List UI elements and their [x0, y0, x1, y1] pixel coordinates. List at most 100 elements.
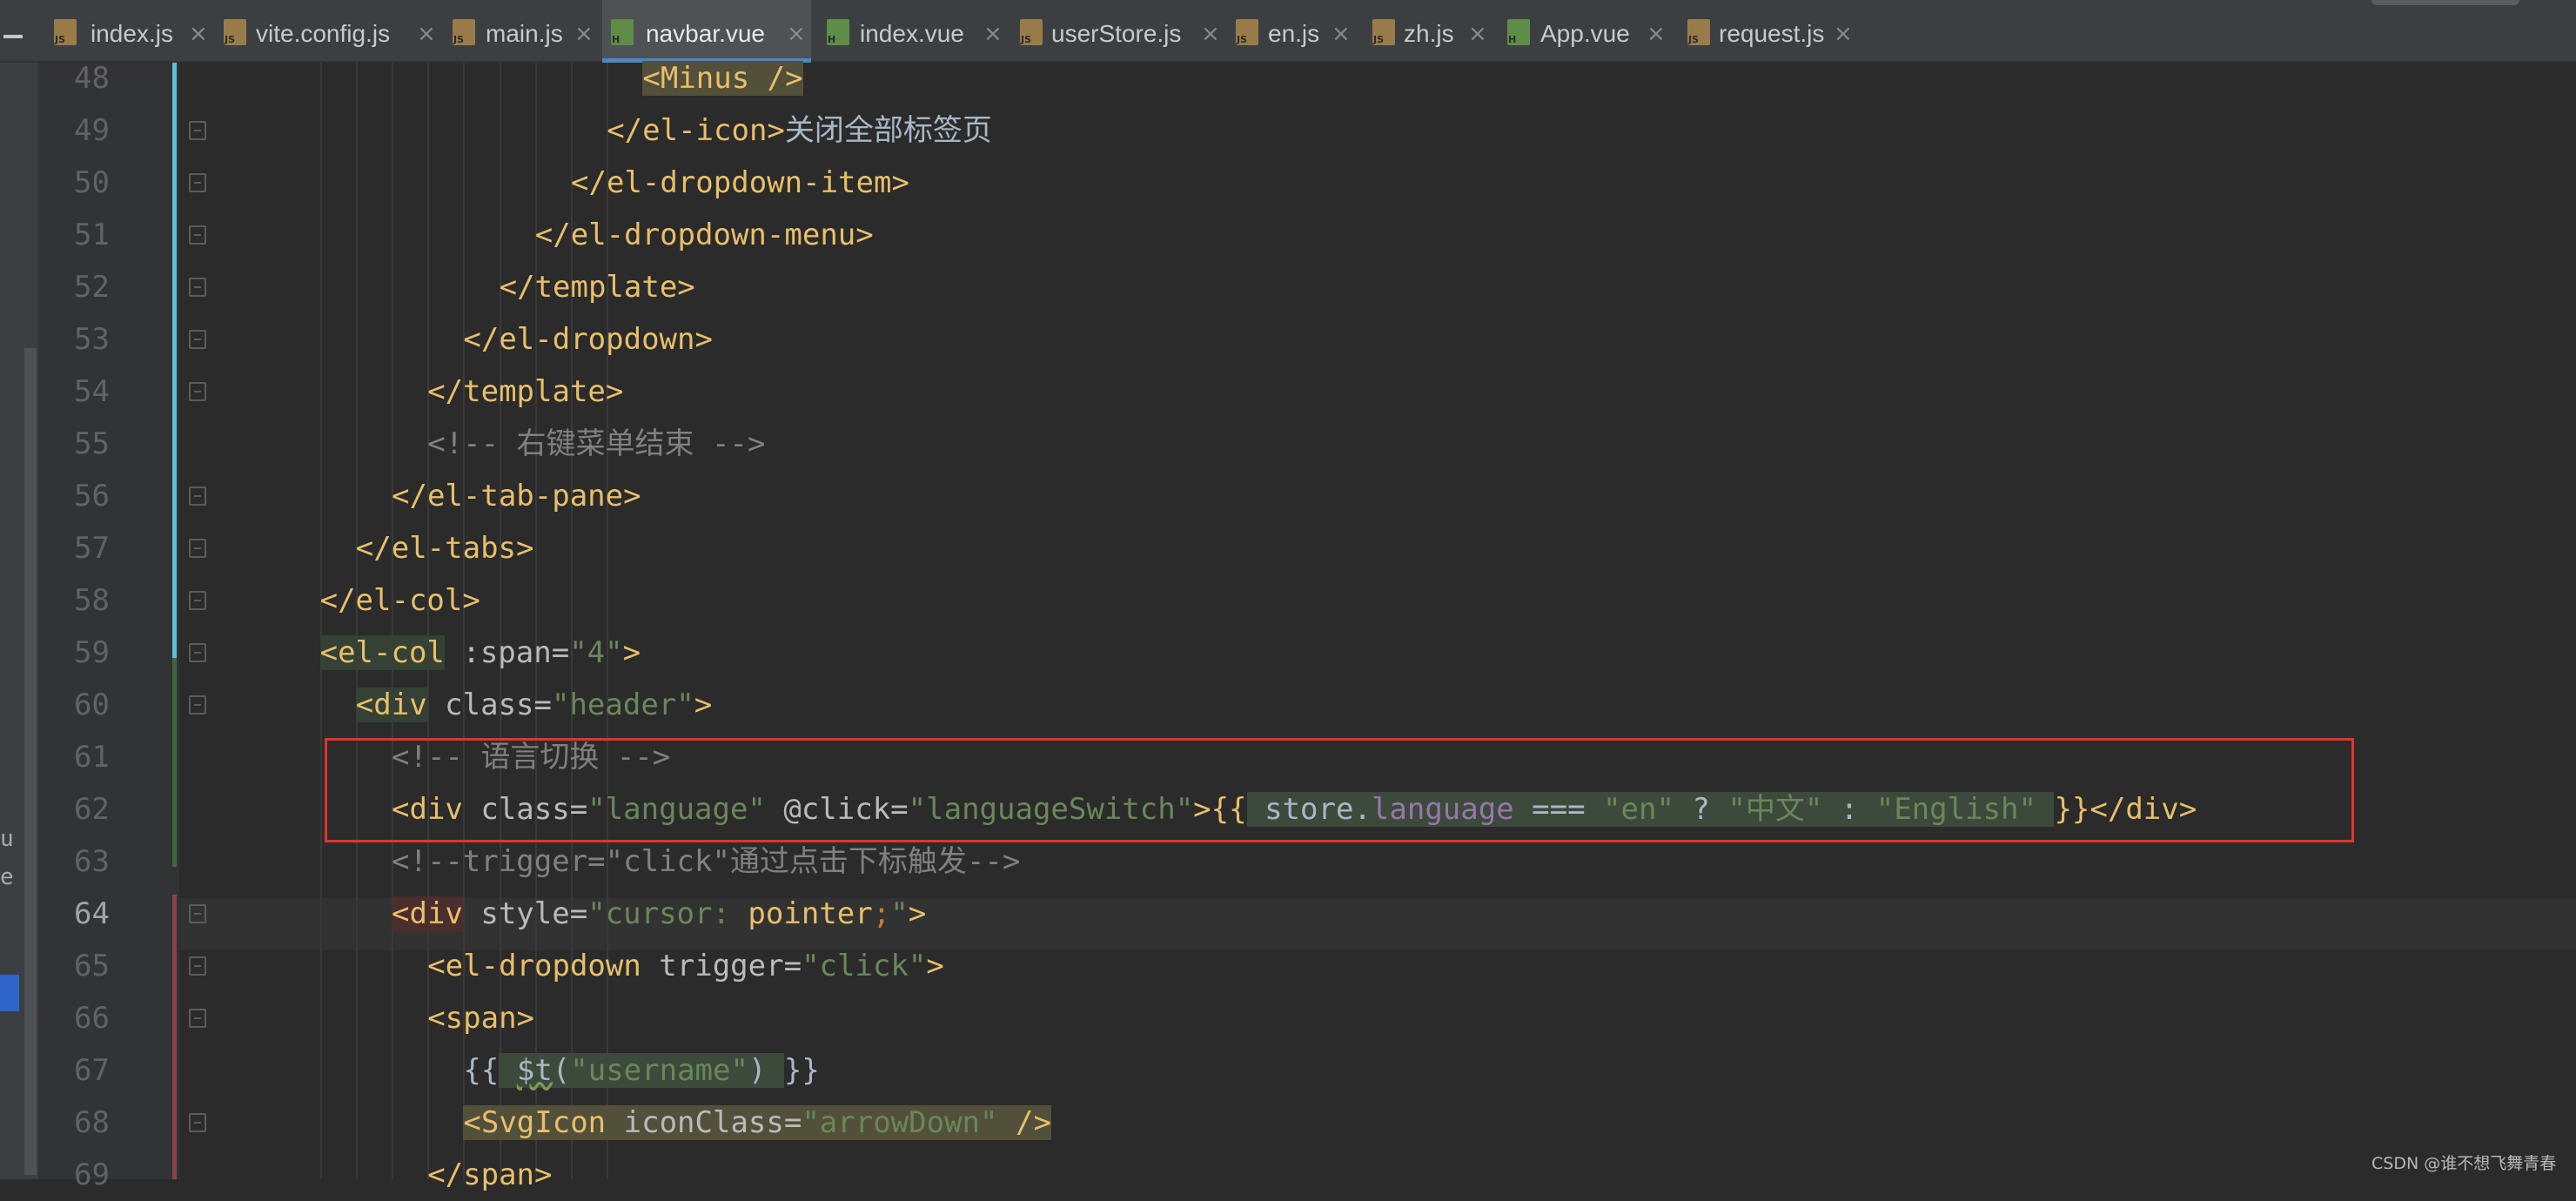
- code-token: </el-icon>: [607, 113, 785, 148]
- line-number[interactable]: 60: [40, 679, 110, 731]
- code-line[interactable]: <span>: [427, 992, 534, 1044]
- code-line[interactable]: <el-col :span="4">: [319, 627, 641, 679]
- vue-file-icon: H: [827, 19, 849, 45]
- code-line[interactable]: <!-- 右键菜单结束 -->: [427, 418, 765, 470]
- close-tab-icon[interactable]: ×: [787, 19, 806, 49]
- close-tab-icon[interactable]: ×: [1468, 19, 1487, 49]
- close-tab-icon[interactable]: ×: [1647, 19, 1666, 49]
- close-tab-icon[interactable]: ×: [1201, 19, 1220, 49]
- tab-main-js[interactable]: JS main.js ×: [444, 0, 600, 63]
- vcs-modified-marker[interactable]: [172, 63, 177, 658]
- line-number[interactable]: 68: [40, 1097, 110, 1149]
- panel-text-fragment: e: [0, 864, 14, 890]
- line-number[interactable]: 58: [40, 574, 110, 627]
- line-number[interactable]: 67: [40, 1044, 110, 1097]
- fold-marker-icon[interactable]: [189, 695, 206, 715]
- line-number[interactable]: 50: [40, 157, 110, 209]
- fold-marker-icon[interactable]: [189, 225, 206, 245]
- js-file-icon: JS: [1236, 19, 1258, 45]
- line-number[interactable]: 49: [40, 104, 110, 157]
- code-line[interactable]: </template>: [500, 261, 695, 313]
- fold-marker-icon[interactable]: [189, 591, 206, 610]
- code-line[interactable]: </el-icon>关闭全部标签页: [607, 104, 992, 157]
- line-number[interactable]: 65: [40, 940, 110, 992]
- fold-marker-icon[interactable]: [189, 278, 206, 297]
- fold-marker-icon[interactable]: [189, 330, 206, 349]
- vcs-changed-marker[interactable]: [172, 895, 177, 1179]
- line-number[interactable]: 51: [40, 209, 110, 261]
- tab-zh-js[interactable]: JS zh.js ×: [1364, 0, 1499, 63]
- line-number[interactable]: 66: [40, 992, 110, 1044]
- close-tab-icon[interactable]: ×: [983, 19, 1003, 49]
- line-number[interactable]: 64: [40, 888, 110, 940]
- fold-marker-icon[interactable]: [189, 121, 206, 140]
- fold-marker-icon[interactable]: [189, 1009, 206, 1028]
- toolbar-control[interactable]: [2371, 0, 2519, 5]
- tab-vite-config-js[interactable]: JS vite.config.js ×: [215, 0, 441, 63]
- code-token: 右键菜单结束: [516, 426, 694, 461]
- hide-panel-icon[interactable]: [3, 35, 23, 38]
- code-token: </template>: [499, 270, 695, 305]
- line-number[interactable]: 52: [40, 261, 110, 313]
- vue-file-icon: H: [611, 19, 634, 45]
- code-line[interactable]: </el-tabs>: [356, 522, 534, 574]
- annotation-highlight-box: [325, 738, 2354, 842]
- line-number[interactable]: 48: [40, 52, 110, 104]
- line-number[interactable]: 56: [40, 470, 110, 522]
- panel-scrollbar[interactable]: [24, 348, 37, 1175]
- code-line[interactable]: </el-dropdown-item>: [571, 157, 909, 209]
- line-number[interactable]: 57: [40, 522, 110, 574]
- tab-app-vue[interactable]: H App.vue ×: [1499, 0, 1677, 63]
- tab-label: index.js: [91, 20, 173, 47]
- code-line[interactable]: <Minus />: [642, 52, 803, 104]
- fold-marker-icon[interactable]: [189, 539, 206, 558]
- code-line[interactable]: {{ $t("username") }}: [463, 1044, 820, 1097]
- fold-marker-icon[interactable]: [189, 382, 206, 401]
- code-token: </el-dropdown-menu>: [534, 218, 874, 252]
- vcs-added-marker[interactable]: [172, 658, 177, 867]
- tab-label: userStore.js: [1051, 20, 1182, 47]
- code-line[interactable]: </el-tab-pane>: [392, 470, 641, 522]
- code-token: </el-col>: [319, 583, 480, 618]
- tab-request-js[interactable]: JS request.js ×: [1679, 0, 1866, 63]
- line-number[interactable]: 59: [40, 627, 110, 679]
- line-number[interactable]: 62: [40, 783, 110, 835]
- fold-marker-icon[interactable]: [189, 486, 206, 506]
- code-line[interactable]: <!--trigger="click"通过点击下标触发-->: [392, 835, 1020, 888]
- code-token: <div: [392, 896, 463, 931]
- code-line[interactable]: </el-dropdown>: [463, 313, 713, 366]
- tab-index-vue[interactable]: H index.vue ×: [818, 0, 1010, 63]
- close-tab-icon[interactable]: ×: [574, 19, 594, 49]
- close-tab-icon[interactable]: ×: [1834, 19, 1853, 49]
- fold-marker-icon[interactable]: [189, 904, 206, 923]
- tab-userstore-js[interactable]: JS userStore.js ×: [1011, 0, 1224, 63]
- line-number-gutter: 48 49 50 51 52 53 54 55 56 57 58 59 60 61 62 63 64 65 66 67…: [40, 61, 179, 1192]
- close-tab-icon[interactable]: ×: [417, 19, 436, 49]
- code-line[interactable]: <el-dropdown trigger="click">: [427, 940, 944, 992]
- editor-tab-bar: JS index.js × JS vite.config.js × JS mai…: [0, 0, 2576, 63]
- line-number[interactable]: 63: [40, 835, 110, 888]
- code-line[interactable]: <div style="cursor: pointer;">: [392, 888, 926, 940]
- code-line[interactable]: <SvgIcon iconClass="arrowDown" />: [463, 1097, 1051, 1149]
- line-number[interactable]: 69: [40, 1149, 110, 1201]
- panel-selected-item[interactable]: [0, 975, 19, 1011]
- js-file-icon: JS: [54, 19, 77, 45]
- fold-marker-icon[interactable]: [189, 956, 206, 976]
- line-number[interactable]: 55: [40, 418, 110, 470]
- code-line[interactable]: </span>: [427, 1149, 552, 1201]
- fold-marker-icon[interactable]: [189, 1113, 206, 1132]
- code-line[interactable]: </el-dropdown-menu>: [535, 209, 874, 261]
- line-number[interactable]: 61: [40, 731, 110, 783]
- close-tab-icon[interactable]: ×: [189, 19, 208, 49]
- code-editor[interactable]: <Minus /> </el-icon>关闭全部标签页 </el-dropdown-…: [179, 61, 2576, 1192]
- code-line[interactable]: </el-col>: [320, 574, 480, 627]
- code-line[interactable]: <div class="header">: [355, 679, 712, 731]
- line-number[interactable]: 53: [40, 313, 110, 366]
- code-token: ): [748, 1053, 784, 1088]
- fold-marker-icon[interactable]: [189, 643, 206, 662]
- line-number[interactable]: 54: [40, 366, 110, 418]
- fold-marker-icon[interactable]: [189, 173, 206, 192]
- code-line[interactable]: </template>: [427, 366, 623, 418]
- close-tab-icon[interactable]: ×: [1332, 19, 1351, 49]
- tab-en-js[interactable]: JS en.js ×: [1227, 0, 1362, 63]
